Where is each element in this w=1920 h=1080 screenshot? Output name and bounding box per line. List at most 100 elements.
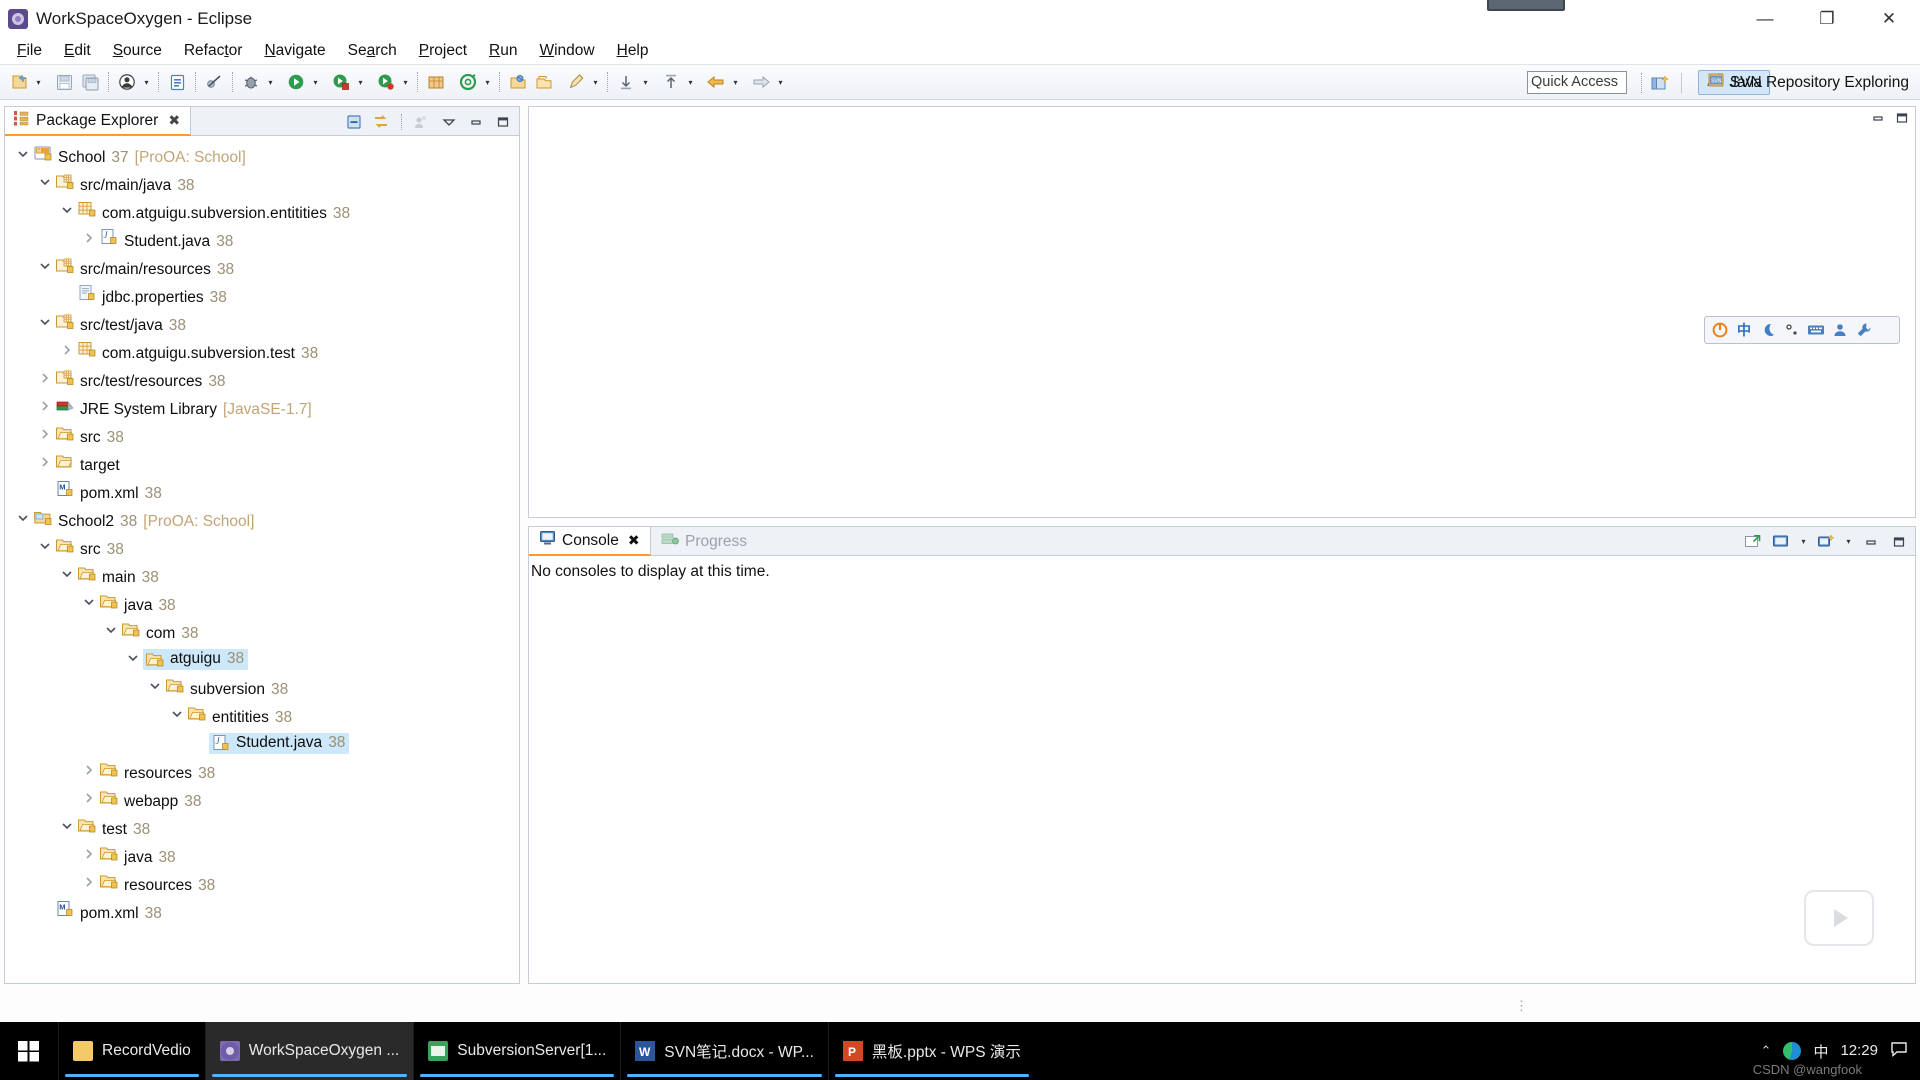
debug-dropdown-icon[interactable]: ▾ <box>264 69 277 95</box>
search-dropdown-icon[interactable]: ▾ <box>589 69 602 95</box>
tree-item-src-main-resources[interactable]: src/main/resources 38 <box>5 253 519 281</box>
tree-item-com-atguigu-subversion-test[interactable]: com.atguigu.subversion.test 38 <box>5 337 519 365</box>
tree-item-src-test-resources[interactable]: src/test/resources 38 <box>5 365 519 393</box>
tree-item-java[interactable]: java 38 <box>5 589 519 617</box>
chevron-down-icon[interactable] <box>57 568 77 583</box>
maximize-editor-icon[interactable] <box>1895 111 1909 130</box>
quick-access-input[interactable]: Quick Access <box>1527 71 1627 94</box>
new-wizard-icon[interactable] <box>6 69 32 95</box>
taskbar-item-1[interactable]: WorkSpaceOxygen ... <box>204 1022 414 1080</box>
display-selected-console-icon[interactable] <box>1769 530 1793 554</box>
display-selected-console-dropdown-icon[interactable]: ▾ <box>1797 529 1810 555</box>
maximize-console-icon[interactable] <box>1887 530 1911 554</box>
network-icon[interactable] <box>1783 1042 1802 1060</box>
taskbar-item-0[interactable]: RecordVedio <box>58 1022 205 1080</box>
open-console-icon[interactable] <box>1741 530 1765 554</box>
chinese-mode-icon[interactable]: 中 <box>1733 319 1755 341</box>
chevron-down-icon[interactable] <box>123 652 143 667</box>
tree-item-subversion[interactable]: subversion 38 <box>5 673 519 701</box>
chevron-right-icon[interactable] <box>79 764 99 779</box>
tree-item-src[interactable]: src 38 <box>5 533 519 561</box>
chevron-down-icon[interactable] <box>35 540 55 555</box>
tree-item-entitities[interactable]: entitities 38 <box>5 701 519 729</box>
chevron-down-icon[interactable] <box>101 624 121 639</box>
run-icon[interactable] <box>283 69 309 95</box>
tree-item-com[interactable]: com 38 <box>5 617 519 645</box>
tree-item-student-java[interactable]: J Student.java 38 <box>5 225 519 253</box>
skip-breakpoints-icon[interactable] <box>201 69 227 95</box>
forward-icon[interactable] <box>748 69 774 95</box>
next-annotation-icon[interactable] <box>658 69 684 95</box>
open-type-icon[interactable] <box>505 69 531 95</box>
chevron-down-icon[interactable] <box>35 260 55 275</box>
tree-item-jre-system-library[interactable]: JRE System Library [JavaSE-1.7] <box>5 393 519 421</box>
menu-navigate[interactable]: Navigate <box>253 40 336 62</box>
link-with-editor-icon[interactable] <box>369 110 393 134</box>
tree-item-atguigu[interactable]: atguigu 38 <box>5 645 519 673</box>
tree-item-main[interactable]: main 38 <box>5 561 519 589</box>
close-icon[interactable]: ✖ <box>168 112 180 129</box>
chevron-down-icon[interactable] <box>57 204 77 219</box>
new-annotation-icon[interactable] <box>455 69 481 95</box>
toggle-mark-occurrences-icon[interactable] <box>164 69 190 95</box>
chevron-right-icon[interactable] <box>79 876 99 891</box>
chevron-right-icon[interactable] <box>79 792 99 807</box>
minimize-view-icon[interactable] <box>464 110 488 134</box>
moon-icon[interactable] <box>1757 319 1779 341</box>
tree-item-com-atguigu-subversion-entitities[interactable]: com.atguigu.subversion.entitities 38 <box>5 197 519 225</box>
tab-console[interactable]: Console ✖ <box>529 527 651 556</box>
chevron-right-icon[interactable] <box>79 848 99 863</box>
menu-help[interactable]: Help <box>606 40 660 62</box>
tab-progress[interactable]: Progress <box>651 527 757 556</box>
save-all-icon[interactable] <box>77 69 103 95</box>
chevron-right-icon[interactable] <box>79 232 99 247</box>
run-external-tools-dropdown-icon[interactable]: ▾ <box>399 69 412 95</box>
chevron-down-icon[interactable] <box>79 596 99 611</box>
tree-item-pom-xml[interactable]: Mpom.xml 38 <box>5 897 519 925</box>
back-dropdown-icon[interactable]: ▾ <box>729 69 742 95</box>
wps-floating-widget[interactable] <box>1804 890 1874 946</box>
print-dropdown-icon[interactable]: ▾ <box>140 69 153 95</box>
tree-item-src-main-java[interactable]: src/main/java 38 <box>5 169 519 197</box>
taskbar-item-2[interactable]: SubversionServer[1... <box>413 1022 620 1080</box>
search-icon[interactable] <box>563 69 589 95</box>
taskbar-item-4[interactable]: P 黑板.pptx - WPS 演示 <box>827 1022 1035 1080</box>
tree-item-resources[interactable]: resources 38 <box>5 757 519 785</box>
chevron-down-icon[interactable] <box>35 316 55 331</box>
close-icon[interactable]: ✖ <box>628 532 640 549</box>
open-perspective-icon[interactable] <box>1648 72 1672 94</box>
forward-dropdown-icon[interactable]: ▾ <box>774 69 787 95</box>
focus-on-active-task-icon[interactable] <box>410 110 434 134</box>
new-java-project-icon[interactable] <box>423 69 449 95</box>
chevron-right-icon[interactable] <box>57 344 77 359</box>
previous-annotation-dropdown-icon[interactable]: ▾ <box>639 69 652 95</box>
save-icon[interactable] <box>51 69 77 95</box>
punctuation-icon[interactable] <box>1781 319 1803 341</box>
minimize-console-icon[interactable] <box>1859 530 1883 554</box>
back-icon[interactable] <box>703 69 729 95</box>
tree-item-resources[interactable]: resources 38 <box>5 869 519 897</box>
ime-tray-label[interactable]: 中 <box>1813 1041 1828 1062</box>
tree-item-webapp[interactable]: webapp 38 <box>5 785 519 813</box>
tree-item-school[interactable]: M School 37 [ProOA: School] <box>5 141 519 169</box>
new-annotation-dropdown-icon[interactable]: ▾ <box>481 69 494 95</box>
chevron-right-icon[interactable] <box>35 428 55 443</box>
coverage-dropdown-icon[interactable]: ▾ <box>354 69 367 95</box>
notifications-icon[interactable] <box>1890 1040 1908 1062</box>
show-hidden-icons-icon[interactable]: ⌃ <box>1761 1043 1772 1059</box>
chevron-right-icon[interactable] <box>35 456 55 471</box>
tree-item-jdbc-properties[interactable]: jdbc.properties 38 <box>5 281 519 309</box>
menu-source[interactable]: Source <box>102 40 173 62</box>
clock[interactable]: 12:29 <box>1840 1043 1878 1059</box>
chevron-down-icon[interactable] <box>35 176 55 191</box>
minimize-editor-icon[interactable] <box>1871 111 1885 130</box>
tree-item-student-java[interactable]: J Student.java 38 <box>5 729 519 757</box>
chevron-down-icon[interactable] <box>167 708 187 723</box>
power-icon[interactable] <box>1709 319 1731 341</box>
coverage-icon[interactable] <box>328 69 354 95</box>
run-external-tools-icon[interactable] <box>373 69 399 95</box>
chevron-right-icon[interactable] <box>35 400 55 415</box>
tree-item-java[interactable]: java 38 <box>5 841 519 869</box>
tree-item-src[interactable]: src 38 <box>5 421 519 449</box>
taskbar-item-3[interactable]: W SVN笔记.docx - WP... <box>620 1022 828 1080</box>
